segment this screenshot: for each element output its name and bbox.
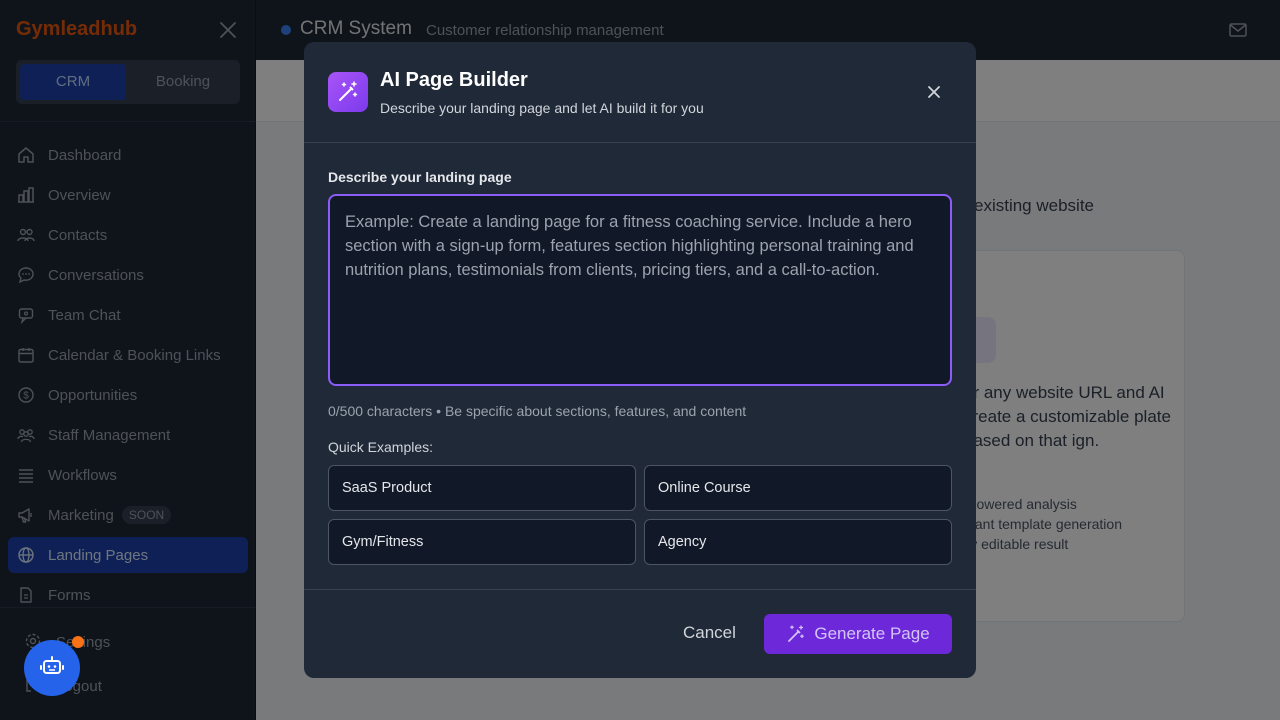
example-gym-fitness-button[interactable]: Gym/Fitness bbox=[328, 519, 636, 565]
ai-page-builder-modal: AI Page Builder Describe your landing pa… bbox=[304, 42, 976, 678]
generate-label: Generate Page bbox=[814, 624, 930, 643]
prompt-label: Describe your landing page bbox=[328, 169, 512, 185]
modal-subtitle: Describe your landing page and let AI bu… bbox=[380, 100, 704, 116]
magic-wand-icon bbox=[328, 72, 368, 112]
modal-title: AI Page Builder bbox=[380, 69, 528, 91]
example-online-course-button[interactable]: Online Course bbox=[644, 465, 952, 511]
chatbot-button[interactable] bbox=[24, 640, 80, 696]
character-count: 0/500 characters • Be specific about sec… bbox=[328, 403, 747, 419]
prompt-textarea[interactable] bbox=[328, 194, 952, 386]
magic-wand-icon bbox=[786, 624, 806, 644]
cancel-button[interactable]: Cancel bbox=[683, 623, 736, 643]
example-saas-button[interactable]: SaaS Product bbox=[328, 465, 636, 511]
robot-icon bbox=[39, 653, 65, 684]
generate-page-button[interactable]: Generate Page bbox=[764, 614, 952, 654]
divider bbox=[304, 589, 976, 590]
divider bbox=[304, 142, 976, 143]
close-icon[interactable] bbox=[924, 82, 944, 102]
quick-examples-label: Quick Examples: bbox=[328, 439, 434, 455]
example-agency-button[interactable]: Agency bbox=[644, 519, 952, 565]
notification-dot bbox=[72, 636, 84, 648]
